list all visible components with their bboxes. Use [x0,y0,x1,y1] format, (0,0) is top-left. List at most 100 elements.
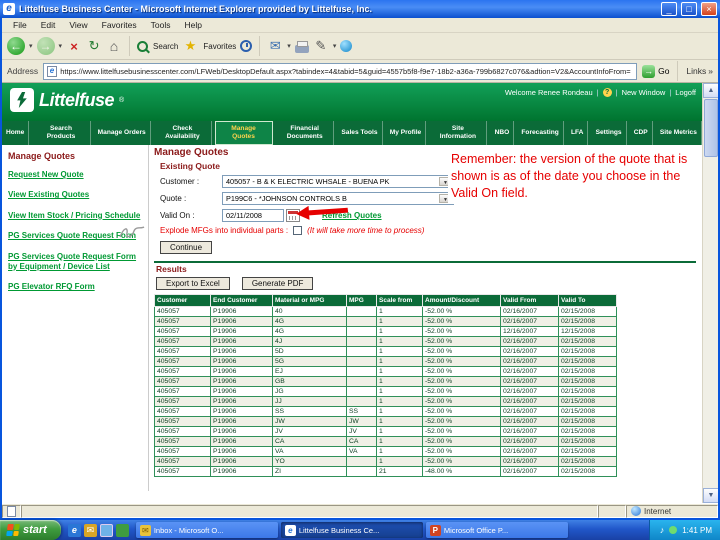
nav-item-search-products[interactable]: Search Products [33,121,91,145]
nav-item-home[interactable]: Home [2,121,30,145]
table-row[interactable]: 405057 P19906 4G 1 -52.00 % 12/16/2007 12/15/2… [154,326,617,337]
taskbar-task-littelfuse-business-ce[interactable]: e Littelfuse Business Ce... [280,522,423,538]
scroll-up-icon[interactable]: ▲ [703,83,719,98]
table-row[interactable]: 405057 P19906 EJ 1 -52.00 % 02/16/2007 02/15/2… [154,366,617,377]
table-row[interactable]: 405057 P19906 5D 1 -52.00 % 02/16/2007 02/15/2… [154,346,617,357]
table-cell: -52.00 % [422,396,501,407]
close-button[interactable]: × [701,2,717,16]
menu-help[interactable]: Help [177,19,208,31]
nav-item-settings[interactable]: Settings [592,121,627,145]
sidebar-item-pg-elevator-rfq-form[interactable]: PG Elevator RFQ Form [8,282,144,292]
menu-favorites[interactable]: Favorites [95,19,144,31]
search-label[interactable]: Search [153,42,178,51]
export-to-excel-button[interactable]: Export to Excel [156,277,230,290]
littelfuse-logo: Littelfuse ® [10,88,124,112]
table-row[interactable]: 405057 P19906 40 1 -52.00 % 02/16/2007 02/15/2… [154,306,617,317]
start-button[interactable]: start [0,520,61,540]
table-row[interactable]: 405057 P19906 5G 1 -52.00 % 02/16/2007 02/15/2… [154,356,617,367]
address-input[interactable]: https://www.littelfusebusinesscenter.com… [43,62,638,80]
help-icon[interactable]: ? [602,88,612,97]
taskbar-task-inbox-microsoft-o[interactable]: ✉ Inbox - Microsoft O... [135,522,278,538]
nav-item-financial-documents[interactable]: Financial Documents [276,121,335,145]
table-row[interactable]: 405057 P19906 JG 1 -52.00 % 02/16/2007 02/15/2… [154,386,617,397]
nav-item-nbo[interactable]: NBO [491,121,515,145]
outlook-quicklaunch-icon[interactable]: ✉ [83,523,97,537]
scroll-down-icon[interactable]: ▼ [703,488,719,503]
table-row[interactable]: 405057 P19906 4J 1 -52.00 % 02/16/2007 02/15/2… [154,336,617,347]
nav-item-sales-tools[interactable]: Sales Tools [337,121,383,145]
forward-button[interactable]: → [36,37,55,55]
scrollbar-thumb[interactable] [704,99,718,157]
table-row[interactable]: 405057 P19906 YO 1 -52.00 % 02/16/2007 02/15/2… [154,456,617,467]
taskbar-task-microsoft-office-p[interactable]: P Microsoft Office P... [425,522,568,538]
sidebar-item-view-existing-quotes[interactable]: View Existing Quotes [8,190,144,200]
show-desktop-icon[interactable] [99,523,113,537]
table-header-mpg: MPG [346,294,377,307]
nav-item-forecasting[interactable]: Forecasting [517,121,564,145]
go-button[interactable]: → Go [642,64,669,78]
table-row[interactable]: 405057 P19906 VA VA 1 -52.00 % 02/16/2007 02/15… [154,446,617,457]
history-icon[interactable] [240,40,253,52]
minimize-button[interactable]: _ [661,2,677,16]
refresh-button[interactable]: ↻ [86,38,102,54]
back-dropdown-icon[interactable]: ▾ [29,42,33,50]
edit-dropdown-icon[interactable]: ▾ [333,42,337,50]
table-header-row: Customer End Customer Material or MPG MPG Sc… [154,294,617,307]
back-button[interactable]: ← [7,37,25,55]
table-row[interactable]: 405057 P19906 CA CA 1 -52.00 % 02/16/2007 02/15… [154,436,617,447]
sidebar-item-request-new-quote[interactable]: Request New Quote [8,170,144,180]
nav-item-my-profile[interactable]: My Profile [386,121,427,145]
search-icon[interactable] [137,40,149,52]
mail-dropdown-icon[interactable]: ▾ [287,42,291,50]
valid-on-input[interactable]: 02/11/2008 [222,209,284,222]
messenger-icon[interactable] [340,40,353,52]
menu-tools[interactable]: Tools [144,19,178,31]
sidebar-item-view-item-stock-pricing-schedule[interactable]: View Item Stock / Pricing Schedule [8,211,144,221]
favorites-icon[interactable]: ★ [182,38,198,54]
table-row[interactable]: 405057 P19906 JJ 1 -52.00 % 02/16/2007 02/15/2… [154,396,617,407]
menu-file[interactable]: File [6,19,34,31]
print-icon[interactable] [294,40,309,53]
logoff-link[interactable]: Logoff [675,88,696,97]
menu-view[interactable]: View [62,19,94,31]
table-cell: SS [346,406,377,417]
nav-item-site-metrics[interactable]: Site Metrics [656,121,702,145]
continue-button[interactable]: Continue [160,241,213,254]
table-cell: 1 [376,316,423,327]
explode-label: Explode MFGs into individual parts : [160,226,289,235]
nav-item-cdp[interactable]: CDP [630,121,653,145]
favorites-label[interactable]: Favorites [203,42,236,51]
table-row[interactable]: 405057 P19906 4G 1 -52.00 % 02/16/2007 02/15/2… [154,316,617,327]
nav-item-site-information[interactable]: Site Information [429,121,488,145]
table-row[interactable]: 405057 P19906 ZI 21 -48.00 % 02/16/2007 02/15/… [154,466,617,477]
nav-item-check-availability[interactable]: Check Availability [154,121,212,145]
network-status-icon[interactable] [669,526,678,534]
sidebar-item-pg-services-quote-request-form-by-equipment-device-list[interactable]: PG Services Quote Request Form by Equipm… [8,252,144,273]
stop-button[interactable]: × [66,39,82,54]
web-page: Littelfuse ® Welcome Renee Rondeau | ? |… [2,83,702,503]
table-row[interactable]: 405057 P19906 GB 1 -52.00 % 02/16/2007 02/15/2… [154,376,617,387]
customer-select[interactable]: 405057 - B & K ELECTRIC WHSALE - BUENA P… [222,175,454,188]
vertical-scrollbar[interactable]: ▲ ▼ [702,83,719,503]
nav-item-manage-quotes[interactable]: Manage Quotes [215,121,274,145]
new-window-link[interactable]: New Window [622,88,666,97]
generate-pdf-button[interactable]: Generate PDF [241,277,314,290]
explode-checkbox[interactable] [293,226,303,235]
home-button[interactable]: ⌂ [106,38,122,54]
app-quicklaunch-icon[interactable] [115,523,129,537]
forward-dropdown-icon[interactable]: ▾ [59,42,63,50]
nav-item-lfa[interactable]: LFA [567,121,589,145]
table-row[interactable]: 405057 P19906 JW JW 1 -52.00 % 02/16/2007 02/15… [154,416,617,427]
edit-icon[interactable]: ✎ [313,38,329,54]
nav-item-manage-orders[interactable]: Manage Orders [94,121,151,145]
ie-quicklaunch-icon[interactable]: e [67,523,81,537]
links-menu[interactable]: Links » [686,66,713,76]
mail-icon[interactable]: ✉ [267,38,283,54]
table-cell: 02/16/2007 [500,366,559,377]
menu-edit[interactable]: Edit [34,19,63,31]
table-cell: 02/16/2007 [500,316,559,327]
maximize-button[interactable]: □ [681,2,697,16]
volume-icon[interactable]: ♪ [660,525,665,535]
table-row[interactable]: 405057 P19906 JV JV 1 -52.00 % 02/16/2007 02/15… [154,426,617,437]
table-row[interactable]: 405057 P19906 SS SS 1 -52.00 % 02/16/2007 02/15… [154,406,617,417]
